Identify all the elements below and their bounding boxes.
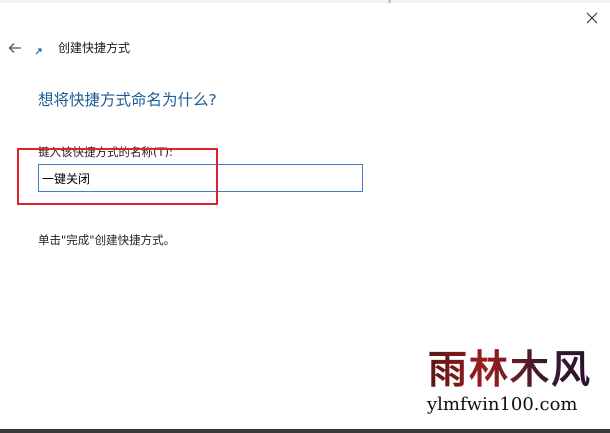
back-arrow-icon [8, 43, 21, 53]
back-button[interactable] [4, 37, 26, 59]
page-heading: 想将快捷方式命名为什么? [38, 91, 217, 109]
finish-instruction: 单击"完成"创建快捷方式。 [38, 233, 176, 247]
watermark-logo-text: 雨林木风 [428, 347, 593, 393]
close-icon [586, 12, 598, 24]
watermark-url: ylmfwin100.com [427, 394, 578, 415]
window-top-edge [0, 0, 610, 3]
shortcut-name-label: 键入该快捷方式的名称(T): [38, 145, 173, 159]
top-edge-mark [388, 0, 391, 3]
close-button[interactable] [578, 6, 606, 30]
window-title: 创建快捷方式 [58, 41, 131, 55]
shortcut-icon [34, 46, 44, 56]
shortcut-name-input[interactable] [38, 164, 363, 192]
window-bottom-edge [0, 429, 610, 433]
